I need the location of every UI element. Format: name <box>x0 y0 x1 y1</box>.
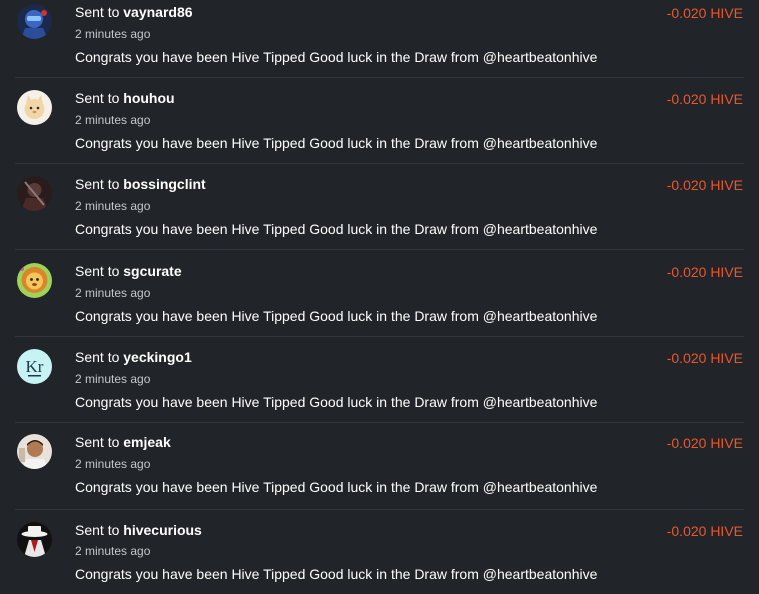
memo-text: Congrats you have been Hive Tipped Good … <box>75 135 598 151</box>
sent-to-label: Sent to vaynard86 <box>75 4 193 20</box>
timestamp: 2 minutes ago <box>75 544 151 558</box>
recipient-link[interactable]: yeckingo1 <box>123 349 191 365</box>
amount: -0.020 HIVE <box>666 523 743 539</box>
sent-prefix: Sent to <box>75 522 120 538</box>
memo-text: Congrats you have been Hive Tipped Good … <box>75 394 598 410</box>
memo-text: Congrats you have been Hive Tipped Good … <box>75 221 598 237</box>
sent-prefix: Sent to <box>75 349 120 365</box>
recipient-link[interactable]: bossingclint <box>123 176 205 192</box>
transaction-row: Sent to sgcurate 2 minutes ago Congrats … <box>0 249 759 335</box>
memo-text: Congrats you have been Hive Tipped Good … <box>75 49 598 65</box>
row-divider <box>15 336 744 337</box>
timestamp: 2 minutes ago <box>75 372 151 386</box>
recipient-link[interactable]: emjeak <box>123 434 170 450</box>
transaction-row: Sent to bossingclint 2 minutes ago Congr… <box>0 163 759 249</box>
memo-text: Congrats you have been Hive Tipped Good … <box>75 479 598 495</box>
amount: -0.020 HIVE <box>666 350 743 366</box>
recipient-link[interactable]: hivecurious <box>123 522 202 538</box>
sent-to-label: Sent to hivecurious <box>75 522 202 538</box>
sent-to-label: Sent to bossingclint <box>75 176 206 192</box>
row-divider <box>15 509 744 510</box>
memo-text: Congrats you have been Hive Tipped Good … <box>75 308 598 324</box>
kr-logo-text: Kr <box>26 357 44 376</box>
sent-to-label: Sent to sgcurate <box>75 263 182 279</box>
lion-avatar-icon[interactable] <box>17 263 52 298</box>
amount: -0.020 HIVE <box>666 5 743 21</box>
timestamp: 2 minutes ago <box>75 286 151 300</box>
row-divider <box>15 77 744 78</box>
transaction-list: Sent to vaynard86 2 minutes ago Congrats… <box>0 0 759 594</box>
transaction-row: Sent to emjeak 2 minutes ago Congrats yo… <box>0 422 759 508</box>
sent-prefix: Sent to <box>75 90 120 106</box>
amount: -0.020 HIVE <box>666 435 743 451</box>
cat-avatar-icon[interactable] <box>17 90 52 125</box>
sent-prefix: Sent to <box>75 434 120 450</box>
recipient-link[interactable]: vaynard86 <box>123 4 192 20</box>
amount: -0.020 HIVE <box>666 264 743 280</box>
transaction-row: Sent to houhou 2 minutes ago Congrats yo… <box>0 77 759 163</box>
sent-prefix: Sent to <box>75 263 120 279</box>
timestamp: 2 minutes ago <box>75 113 151 127</box>
amount: -0.020 HIVE <box>666 177 743 193</box>
row-divider <box>15 422 744 423</box>
row-divider <box>15 249 744 250</box>
hat-figure-avatar-icon[interactable] <box>17 522 52 557</box>
sent-to-label: Sent to yeckingo1 <box>75 349 192 365</box>
row-divider <box>15 163 744 164</box>
kr-logo-avatar-icon[interactable]: Kr <box>17 349 52 384</box>
transaction-row: Sent to hivecurious 2 minutes ago Congra… <box>0 509 759 594</box>
timestamp: 2 minutes ago <box>75 457 151 471</box>
recipient-link[interactable]: houhou <box>123 90 174 106</box>
person-avatar-icon[interactable] <box>17 434 52 469</box>
timestamp: 2 minutes ago <box>75 199 151 213</box>
robot-avatar-icon[interactable] <box>17 4 52 39</box>
sent-to-label: Sent to houhou <box>75 90 175 106</box>
memo-text: Congrats you have been Hive Tipped Good … <box>75 566 598 582</box>
sent-prefix: Sent to <box>75 4 120 20</box>
timestamp: 2 minutes ago <box>75 27 151 41</box>
transaction-row: Sent to vaynard86 2 minutes ago Congrats… <box>0 0 759 86</box>
transaction-row: Kr Sent to yeckingo1 2 minutes ago Congr… <box>0 336 759 422</box>
recipient-link[interactable]: sgcurate <box>123 263 181 279</box>
amount: -0.020 HIVE <box>666 91 743 107</box>
dark-figure-avatar-icon[interactable] <box>17 176 52 211</box>
sent-prefix: Sent to <box>75 176 120 192</box>
sent-to-label: Sent to emjeak <box>75 434 171 450</box>
